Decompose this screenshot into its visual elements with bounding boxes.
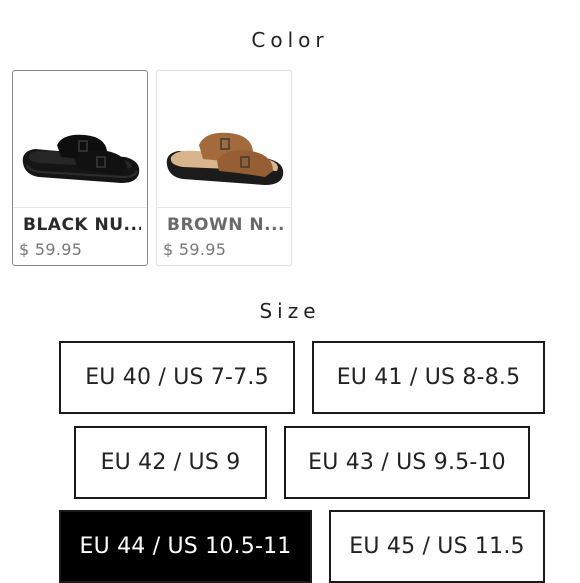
size-option-eu-45[interactable]: EU 45 / US 11.5 [329,510,545,583]
size-section-title: Size [259,299,321,323]
swatch-price: $ 59.95 [163,240,227,259]
swatch-name: BLACK NU... [23,215,141,235]
black-sandal-image [22,134,140,183]
size-option-eu-43[interactable]: EU 43 / US 9.5-10 [284,426,530,499]
size-option-eu-42[interactable]: EU 42 / US 9 [74,426,267,499]
size-option-eu-44[interactable]: EU 44 / US 10.5-11 [59,510,312,583]
color-swatch-black[interactable]: BLACK NU... $ 59.95 [12,70,148,266]
color-section-title: Color [251,28,329,52]
brown-sandal-image [166,132,284,185]
size-option-eu-40[interactable]: EU 40 / US 7-7.5 [59,341,295,414]
color-swatch-brown[interactable]: BROWN N... $ 59.95 [156,70,292,266]
swatch-price: $ 59.95 [19,240,83,259]
swatch-divider [13,207,147,208]
size-option-eu-41[interactable]: EU 41 / US 8-8.5 [312,341,545,414]
swatch-divider [157,207,291,208]
swatch-name: BROWN N... [167,215,285,235]
